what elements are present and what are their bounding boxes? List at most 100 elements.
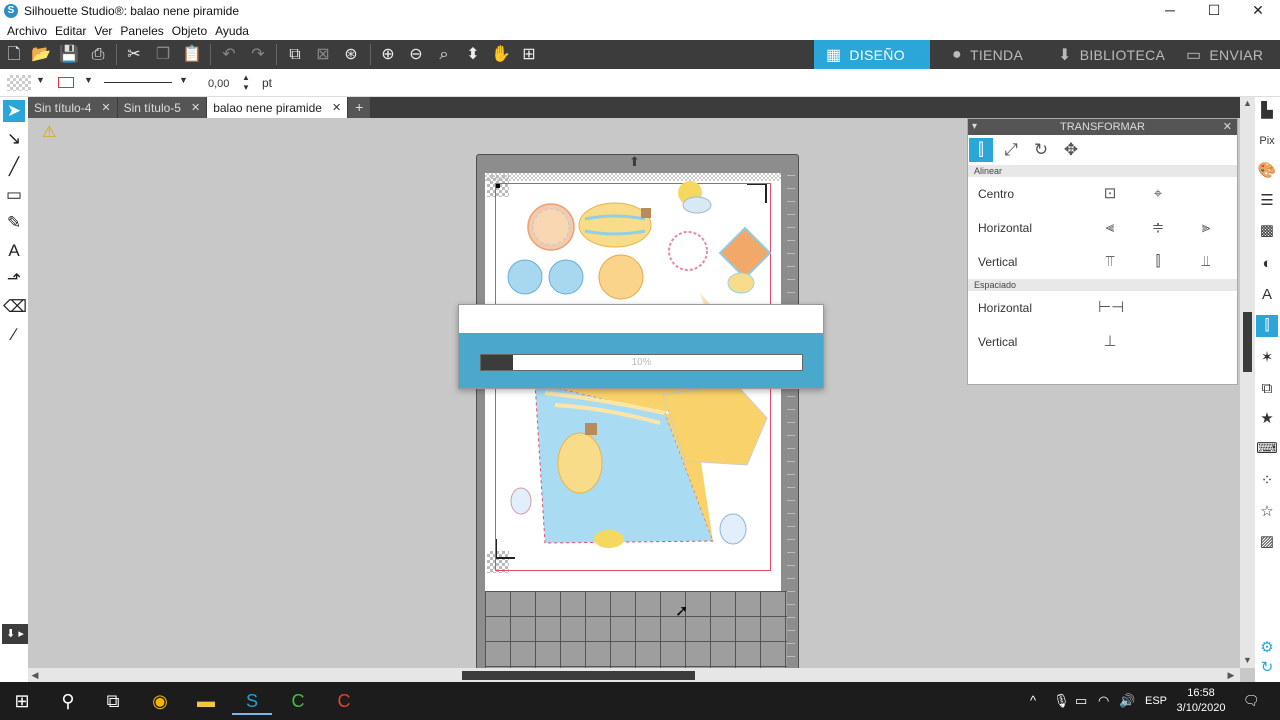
align-bottom-icon[interactable]: ⫫ [1194, 251, 1218, 273]
close-tab-icon[interactable]: ✕ [101, 101, 110, 114]
offset-star-icon[interactable]: ★ [1256, 408, 1278, 430]
fill-tool-icon[interactable]: ⬏ [3, 268, 25, 290]
chevron-down-icon[interactable]: ▼ [179, 75, 188, 85]
notifications-icon[interactable]: 🗨 [1243, 693, 1260, 709]
paste-icon[interactable]: 📋 [182, 45, 202, 65]
select-tool-icon[interactable]: ➤ [3, 100, 25, 122]
microphone-icon[interactable]: 🎙 [1053, 693, 1070, 709]
favorite-star-icon[interactable]: ☆ [1256, 501, 1278, 523]
align-left-icon[interactable]: ⫷ [1098, 217, 1122, 239]
align-right-icon[interactable]: ⫸ [1194, 217, 1218, 239]
align-tab-icon[interactable]: ⫿ [969, 138, 993, 162]
camtasia-red-icon[interactable]: C [324, 687, 364, 715]
pattern-icon[interactable]: ▩ [1256, 220, 1278, 242]
import-panel-button[interactable]: ⬇ ▸ [2, 624, 28, 644]
close-panel-icon[interactable]: ✕ [1223, 119, 1232, 135]
menu-archivo[interactable]: Archivo [7, 24, 47, 38]
maximize-button[interactable]: ☐ [1192, 0, 1236, 21]
trace-icon[interactable]: ⌨ [1256, 438, 1278, 460]
minimize-button[interactable]: ─ [1148, 0, 1192, 21]
camtasia-green-icon[interactable]: C [278, 687, 318, 715]
rectangle-tool-icon[interactable]: ▭ [3, 184, 25, 206]
fit-page-icon[interactable]: ⊞ [519, 45, 539, 65]
windows-start-icon[interactable]: ⊞ [2, 687, 42, 715]
zoom-select-icon[interactable]: ⌕ [434, 45, 454, 65]
group-icon[interactable]: ⧉ [285, 45, 305, 65]
space-horizontal-icon[interactable]: ⊢⊣ [1098, 297, 1124, 319]
page-setup-icon[interactable]: ▙ [1256, 100, 1278, 122]
silhouette-studio-icon[interactable]: S [232, 687, 272, 715]
sketch-icon[interactable]: ⁘ [1256, 470, 1278, 492]
close-tab-icon[interactable]: ✕ [332, 101, 341, 114]
menu-ayuda[interactable]: Ayuda [215, 24, 249, 38]
cut-icon[interactable]: ✂ [124, 45, 144, 65]
menu-editar[interactable]: Editar [55, 24, 86, 38]
hatch-fill-icon[interactable]: ▨ [1256, 531, 1278, 553]
vertical-scroll-thumb[interactable] [1243, 312, 1252, 372]
align-middle-icon[interactable]: ⫿ [1146, 251, 1170, 273]
horizontal-scrollbar[interactable]: ◀ ▶ [28, 668, 1240, 682]
center-object-icon[interactable]: ⊡ [1098, 183, 1122, 205]
doc-tab-sin-titulo-4[interactable]: Sin título-4 ✕ [28, 97, 117, 118]
fill-color-swatch[interactable] [7, 75, 31, 91]
center-page-icon[interactable]: ⌖ [1146, 183, 1170, 205]
ungroup-icon[interactable]: ⊠ [313, 45, 333, 65]
scale-tab-icon[interactable]: ⤢ [999, 138, 1023, 162]
doc-tab-sin-titulo-5[interactable]: Sin título-5 ✕ [117, 97, 207, 118]
line-color-swatch[interactable] [58, 77, 74, 88]
undo-icon[interactable]: ↶ [219, 45, 239, 65]
task-view-icon[interactable]: ⧉ [93, 687, 133, 715]
save-icon[interactable]: 💾 [59, 45, 79, 65]
pixscan-icon[interactable]: Pix [1256, 130, 1278, 152]
shadow-icon[interactable]: ◐ [1256, 253, 1278, 275]
horizontal-scroll-thumb[interactable] [462, 671, 695, 680]
fill-palette-icon[interactable]: 🎨 [1256, 160, 1278, 182]
wifi-icon[interactable]: ◠ [1098, 693, 1109, 709]
doc-tab-balao-nene-piramide[interactable]: balao nene piramide ✕ [207, 97, 348, 118]
vertical-scrollbar[interactable]: ▲ ▼ [1240, 97, 1255, 668]
sync-icon[interactable]: ↻ [1256, 657, 1278, 679]
language-indicator[interactable]: ESP [1145, 695, 1167, 707]
pencil-tool-icon[interactable]: ✎ [3, 212, 25, 234]
chevron-down-icon[interactable]: ▼ [84, 75, 93, 85]
settings-gear-icon[interactable]: ⚙ [1256, 637, 1278, 659]
menu-ver[interactable]: Ver [94, 24, 112, 38]
redo-icon[interactable]: ↷ [248, 45, 268, 65]
scroll-left-icon[interactable]: ◀ [28, 668, 42, 682]
eraser-tool-icon[interactable]: ⌫ [3, 296, 27, 318]
new-file-icon[interactable]: 🗋 [4, 45, 24, 65]
tab-biblioteca[interactable]: ⬇ BIBLIOTECA [1046, 40, 1171, 69]
menu-objeto[interactable]: Objeto [172, 24, 207, 38]
zoom-out-icon[interactable]: ⊖ [406, 45, 426, 65]
scroll-up-icon[interactable]: ▲ [1240, 97, 1255, 109]
volume-icon[interactable]: 🔊 [1119, 693, 1135, 709]
space-vertical-icon[interactable]: ⊥ [1098, 331, 1122, 353]
tab-enviar[interactable]: ▭ ENVIAR [1174, 40, 1280, 69]
show-hidden-icons[interactable]: ^ [1030, 693, 1036, 708]
select-all-icon[interactable]: ⊛ [341, 45, 361, 65]
file-explorer-icon[interactable]: ▬ [186, 687, 226, 715]
rotate-tab-icon[interactable]: ↻ [1029, 138, 1053, 162]
line-width-input[interactable]: 0,00 [204, 76, 236, 92]
warning-icon[interactable]: ⚠ [42, 122, 56, 142]
align-top-icon[interactable]: ⫪ [1098, 251, 1122, 273]
tab-diseno[interactable]: ▦ DISEÑO [814, 40, 930, 69]
move-down-icon[interactable]: ⬍ [463, 45, 483, 65]
line-width-stepper[interactable]: ▲ ▼ [242, 73, 250, 93]
replicate-icon[interactable]: ✶ [1256, 347, 1278, 369]
modify-icon[interactable]: ⧉ [1256, 378, 1278, 400]
tab-tienda[interactable]: ● TIENDA [940, 40, 1040, 69]
line-style-selector[interactable] [104, 82, 172, 83]
open-folder-icon[interactable]: 📂 [31, 45, 51, 65]
transform-icon[interactable]: ⫿ [1256, 315, 1278, 337]
zoom-in-icon[interactable]: ⊕ [378, 45, 398, 65]
line-style-icon[interactable]: ☰ [1256, 190, 1278, 212]
menu-paneles[interactable]: Paneles [120, 24, 163, 38]
pan-hand-icon[interactable]: ✋ [491, 45, 511, 65]
search-icon[interactable]: ⚲ [48, 687, 88, 715]
clock[interactable]: 16:58 3/10/2020 [1168, 686, 1234, 716]
chrome-icon[interactable]: ◉ [140, 687, 180, 715]
copy-icon[interactable]: ❐ [153, 45, 173, 65]
line-tool-icon[interactable]: ╱ [3, 156, 25, 178]
battery-icon[interactable]: ▭ [1075, 693, 1087, 709]
